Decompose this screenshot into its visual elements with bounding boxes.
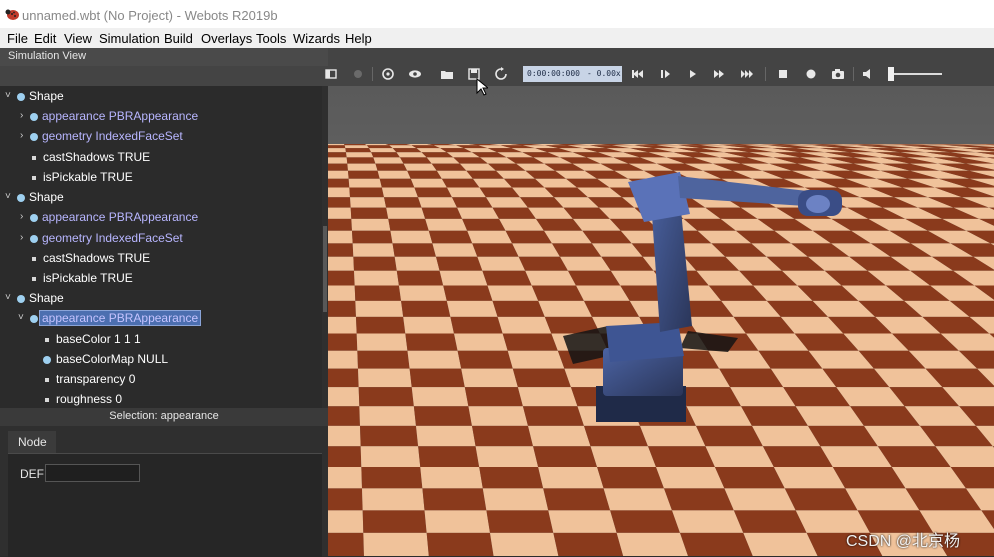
expand-arrow-icon[interactable]: ˅ (5, 191, 11, 202)
expand-arrow-icon[interactable]: ˅ (5, 90, 11, 101)
menu-help[interactable]: Help (345, 31, 372, 46)
menu-file[interactable]: File (7, 31, 28, 46)
menu-view[interactable]: View (64, 31, 92, 46)
collapsed-arrow-icon[interactable]: › (20, 130, 23, 141)
node-dot-icon (43, 356, 51, 364)
show-scene-tree-icon[interactable] (324, 67, 338, 81)
title-bar: unnamed.wbt (No Project) - Webots R2019b (0, 0, 994, 28)
fast-icon[interactable] (712, 67, 726, 81)
tree-node-label: roughness 0 (56, 392, 123, 406)
record-movie-icon[interactable] (804, 67, 818, 81)
dock-title: Simulation View (0, 48, 328, 66)
tree-node-label: geometry IndexedFaceSet (42, 129, 183, 143)
volume-slider[interactable] (888, 66, 944, 82)
def-label: DEF: (20, 467, 48, 481)
toolbar-separator (765, 67, 766, 81)
tree-node-label: geometry IndexedFaceSet (42, 231, 183, 245)
field-bullet-icon (32, 257, 36, 261)
menu-edit[interactable]: Edit (34, 31, 56, 46)
field-bullet-icon (32, 176, 36, 180)
node-dot-icon (30, 315, 38, 323)
node-dot-icon (17, 194, 25, 202)
tree-node-label: Shape (29, 291, 64, 305)
webots-ladybug-icon (5, 9, 19, 20)
tree-node-label: appearance PBRAppearance (38, 310, 202, 326)
collapsed-arrow-icon[interactable]: › (20, 110, 23, 121)
mouse-cursor-icon (476, 78, 488, 96)
tree-node-label: isPickable TRUE (43, 170, 133, 184)
render-icon[interactable] (776, 67, 790, 81)
tree-node-label: isPickable TRUE (43, 271, 133, 285)
window-title: unnamed.wbt (No Project) - Webots R2019b (22, 8, 278, 23)
tree-node-label: castShadows TRUE (43, 150, 151, 164)
tree-node-label: appearance PBRAppearance (42, 109, 199, 123)
collapsed-arrow-icon[interactable]: › (20, 211, 23, 222)
expand-arrow-icon[interactable]: ˅ (5, 292, 11, 303)
toolbar-separator (372, 67, 373, 81)
play-icon[interactable] (686, 67, 700, 81)
menu-tools[interactable]: Tools (256, 31, 286, 46)
watermark-text: CSDN @北京杨 (846, 533, 961, 550)
node-dot-icon (30, 113, 38, 121)
open-icon[interactable] (440, 67, 454, 81)
node-dot-icon (30, 133, 38, 141)
collapsed-arrow-icon[interactable]: › (20, 232, 23, 243)
simulation-time: 0:00:00:000 (527, 69, 580, 78)
selection-status: Selection: appearance (0, 408, 328, 426)
tree-node-label: Shape (29, 89, 64, 103)
menu-wizards[interactable]: Wizards (293, 31, 340, 46)
view-icon[interactable] (408, 67, 422, 81)
menu-bar: File Edit View Simulation Build Overlays… (0, 28, 994, 48)
volume-slider-track (892, 73, 942, 75)
node-dot-icon (17, 295, 25, 303)
node-dot-icon (30, 235, 38, 243)
menu-simulation[interactable]: Simulation (99, 31, 160, 46)
field-bullet-icon (45, 398, 49, 402)
follow-icon[interactable] (381, 67, 395, 81)
field-bullet-icon (32, 156, 36, 160)
reset-icon[interactable] (630, 67, 644, 81)
field-bullet-icon (45, 378, 49, 382)
fastest-icon[interactable] (740, 67, 754, 81)
scene-tree: ˅ Shape › appearance PBRAppearance › geo… (0, 86, 328, 408)
record-icon[interactable] (351, 67, 365, 81)
screenshot-icon[interactable] (831, 67, 845, 81)
menu-overlays[interactable]: Overlays (201, 31, 252, 46)
volume-slider-handle[interactable] (888, 67, 894, 81)
def-input[interactable] (45, 464, 140, 482)
tree-node-label: baseColor 1 1 1 (56, 332, 141, 346)
expand-arrow-icon[interactable]: ˅ (18, 312, 24, 323)
toolbar-separator (853, 67, 854, 81)
field-bullet-icon (45, 338, 49, 342)
scrollbar-thumb[interactable] (323, 226, 327, 312)
menu-build[interactable]: Build (164, 31, 193, 46)
node-dot-icon (30, 214, 38, 222)
step-icon[interactable] (658, 67, 672, 81)
reload-icon[interactable] (494, 67, 508, 81)
tree-node-label: castShadows TRUE (43, 251, 151, 265)
tree-node-label: transparency 0 (56, 372, 136, 386)
volume-icon[interactable] (861, 67, 875, 81)
simulation-speed: - 0.00x (587, 69, 621, 78)
field-bullet-icon (32, 277, 36, 281)
3d-view[interactable] (328, 86, 994, 556)
tab-node[interactable]: Node (8, 431, 56, 453)
tree-node-label: appearance PBRAppearance (42, 210, 199, 224)
node-dot-icon (17, 93, 25, 101)
tree-node-label: baseColorMap NULL (56, 352, 169, 366)
tree-node-label: Shape (29, 190, 64, 204)
simulation-time-display: 0:00:00:000 - 0.00x (523, 66, 622, 82)
